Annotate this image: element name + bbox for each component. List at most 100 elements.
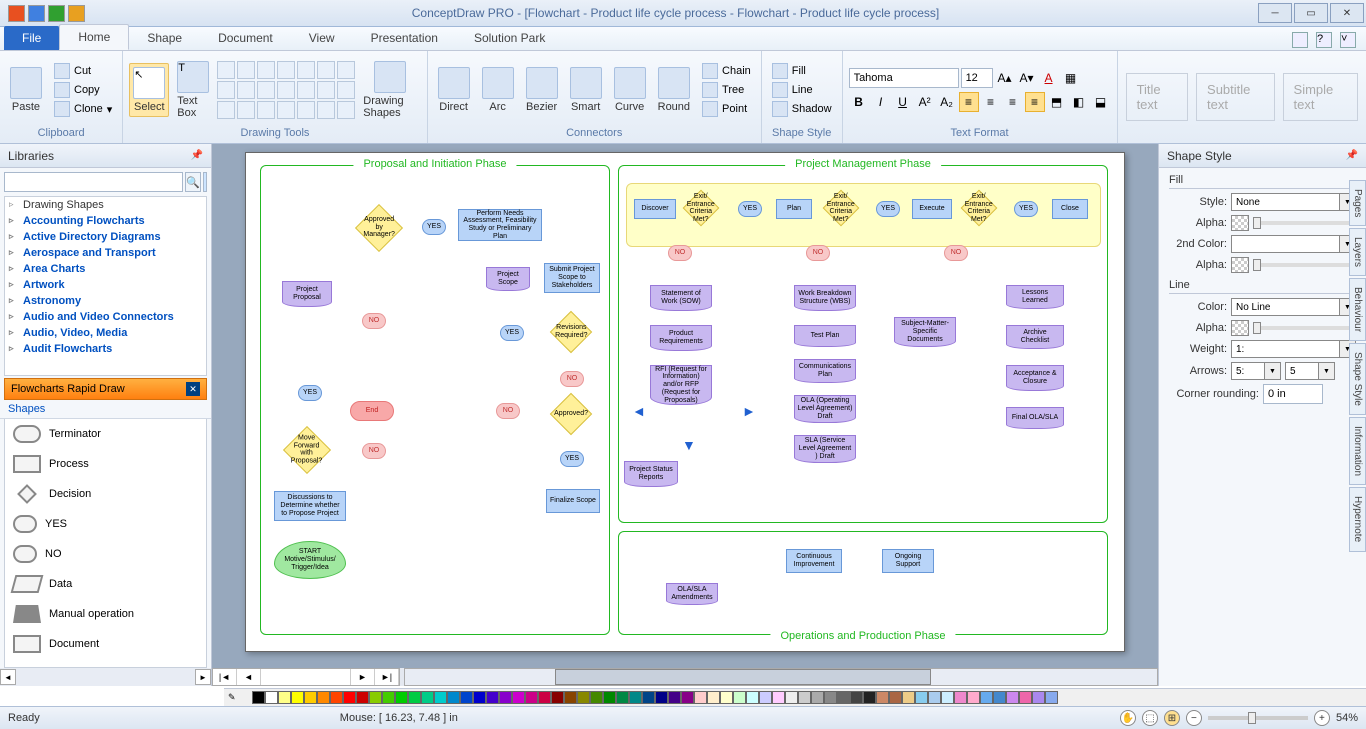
- tool-2[interactable]: [237, 61, 255, 79]
- line-alpha-slider[interactable]: [1253, 326, 1356, 330]
- arrow-end-combo[interactable]: 5▼: [1285, 362, 1335, 380]
- color-swatch[interactable]: [863, 691, 876, 704]
- tool-17[interactable]: [257, 101, 275, 119]
- color-swatch[interactable]: [421, 691, 434, 704]
- side-tab[interactable]: Behaviour: [1349, 278, 1366, 341]
- color-swatch[interactable]: [252, 691, 265, 704]
- font-color-button[interactable]: A: [1039, 68, 1059, 88]
- color-swatch[interactable]: [642, 691, 655, 704]
- lib-item[interactable]: Audit Flowcharts: [5, 341, 206, 357]
- left-hscroll[interactable]: ◄►: [0, 668, 211, 686]
- tree-button[interactable]: Tree: [698, 81, 755, 99]
- tab-solution-park[interactable]: Solution Park: [456, 26, 563, 50]
- node-scope[interactable]: Project Scope: [486, 267, 530, 291]
- simple-text-button[interactable]: Simple text: [1283, 73, 1358, 121]
- node-close[interactable]: Close: [1052, 199, 1088, 219]
- node-rfi[interactable]: RFI (Request for Information) and/or RFP…: [650, 365, 712, 405]
- node-finalize[interactable]: Finalize Scope: [546, 489, 600, 513]
- shape-item[interactable]: YES: [5, 509, 206, 539]
- color-swatch[interactable]: [772, 691, 785, 704]
- node-yes-approved[interactable]: YES: [560, 451, 584, 467]
- align-center-button[interactable]: ≡: [981, 92, 1001, 112]
- node-discover[interactable]: Discover: [634, 199, 676, 219]
- fill-alpha2-slider[interactable]: [1253, 263, 1356, 267]
- bezier-button[interactable]: Bezier: [522, 65, 562, 115]
- node-yes-rev[interactable]: YES: [500, 325, 524, 341]
- color-swatch[interactable]: [304, 691, 317, 704]
- color-swatch[interactable]: [811, 691, 824, 704]
- color-swatch[interactable]: [603, 691, 616, 704]
- zoom-in-button[interactable]: +: [1314, 710, 1330, 726]
- node-exit1[interactable]: Exit/ Entrance Criteria Met?: [683, 190, 720, 227]
- side-tab[interactable]: Pages: [1349, 180, 1366, 226]
- color-swatch[interactable]: [1006, 691, 1019, 704]
- node-acceptance[interactable]: Acceptance & Closure: [1006, 365, 1064, 391]
- color-swatch[interactable]: [343, 691, 356, 704]
- node-archive[interactable]: Archive Checklist: [1006, 325, 1064, 349]
- color-swatch[interactable]: [746, 691, 759, 704]
- lib-item[interactable]: Active Directory Diagrams: [5, 229, 206, 245]
- arrow-start-combo[interactable]: 5:▼: [1231, 362, 1281, 380]
- snap-button[interactable]: ⊞: [1164, 710, 1180, 726]
- node-sla[interactable]: SLA (Service Level Agreement ) Draft: [794, 435, 856, 463]
- qat-icon-2[interactable]: [28, 5, 45, 22]
- minimize-button[interactable]: ─: [1258, 3, 1292, 23]
- node-no-1[interactable]: NO: [362, 313, 386, 329]
- lib-item[interactable]: Aerospace and Transport: [5, 245, 206, 261]
- tool-11[interactable]: [277, 81, 295, 99]
- color-swatch[interactable]: [980, 691, 993, 704]
- nav-arrow-down[interactable]: ▼: [682, 437, 696, 453]
- subtitle-text-button[interactable]: Subtitle text: [1196, 73, 1275, 121]
- canvas-viewport[interactable]: Proposal and Initiation Phase Project Ma…: [212, 144, 1158, 668]
- node-yes-e2[interactable]: YES: [876, 201, 900, 217]
- color-swatch[interactable]: [1045, 691, 1058, 704]
- line-color-combo[interactable]: No Line▼: [1231, 298, 1356, 316]
- cut-button[interactable]: Cut: [50, 62, 116, 80]
- node-end[interactable]: End: [350, 401, 394, 421]
- lib-item[interactable]: Audio and Video Connectors: [5, 309, 206, 325]
- tool-5[interactable]: [297, 61, 315, 79]
- color-swatch[interactable]: [317, 691, 330, 704]
- library-tree[interactable]: Drawing ShapesAccounting FlowchartsActiv…: [4, 196, 207, 376]
- node-no-rev[interactable]: NO: [560, 371, 584, 387]
- font-grow-button[interactable]: A▴: [995, 68, 1015, 88]
- view-toggle[interactable]: [203, 172, 207, 192]
- shape-item[interactable]: NO: [5, 539, 206, 569]
- color-swatch[interactable]: [798, 691, 811, 704]
- tab-first[interactable]: |◄: [213, 669, 237, 685]
- color-swatch[interactable]: [330, 691, 343, 704]
- pin-icon[interactable]: 📌: [191, 150, 203, 161]
- node-finalola[interactable]: Final OLA/SLA: [1006, 407, 1064, 429]
- direct-button[interactable]: Direct: [434, 65, 474, 115]
- round-button[interactable]: Round: [654, 65, 694, 115]
- color-swatch[interactable]: [876, 691, 889, 704]
- pin-right-icon[interactable]: 📌: [1346, 150, 1358, 161]
- zoom-slider[interactable]: [1208, 716, 1308, 720]
- fill-alpha-slider[interactable]: [1253, 221, 1356, 225]
- copy-button[interactable]: Copy: [50, 81, 116, 99]
- tool-20[interactable]: [317, 101, 335, 119]
- shape-list[interactable]: TerminatorProcessDecisionYESNODataManual…: [4, 419, 207, 668]
- shape-item[interactable]: Data: [5, 569, 206, 599]
- tool-13[interactable]: [317, 81, 335, 99]
- color-swatch[interactable]: [681, 691, 694, 704]
- color-swatch[interactable]: [551, 691, 564, 704]
- color-swatch[interactable]: [941, 691, 954, 704]
- nav-arrow-left[interactable]: ◄: [632, 403, 646, 419]
- tool-10[interactable]: [257, 81, 275, 99]
- node-psr[interactable]: Project Status Reports: [624, 461, 678, 487]
- color-swatch[interactable]: [954, 691, 967, 704]
- paste-button[interactable]: Paste: [6, 65, 46, 115]
- color-swatch[interactable]: [564, 691, 577, 704]
- node-lessons[interactable]: Lessons Learned: [1006, 285, 1064, 309]
- node-wbs[interactable]: Work Breakdown Structure (WBS): [794, 285, 856, 311]
- qat-icon-4[interactable]: [68, 5, 85, 22]
- node-no-approved[interactable]: NO: [496, 403, 520, 419]
- font-shrink-button[interactable]: A▾: [1017, 68, 1037, 88]
- color-swatch[interactable]: [993, 691, 1006, 704]
- tool-9[interactable]: [237, 81, 255, 99]
- close-rapid-draw-icon[interactable]: ✕: [186, 382, 200, 396]
- color-swatch[interactable]: [356, 691, 369, 704]
- node-start[interactable]: START Motive/Stimulus/ Trigger/Idea: [274, 541, 346, 579]
- color-swatch[interactable]: [408, 691, 421, 704]
